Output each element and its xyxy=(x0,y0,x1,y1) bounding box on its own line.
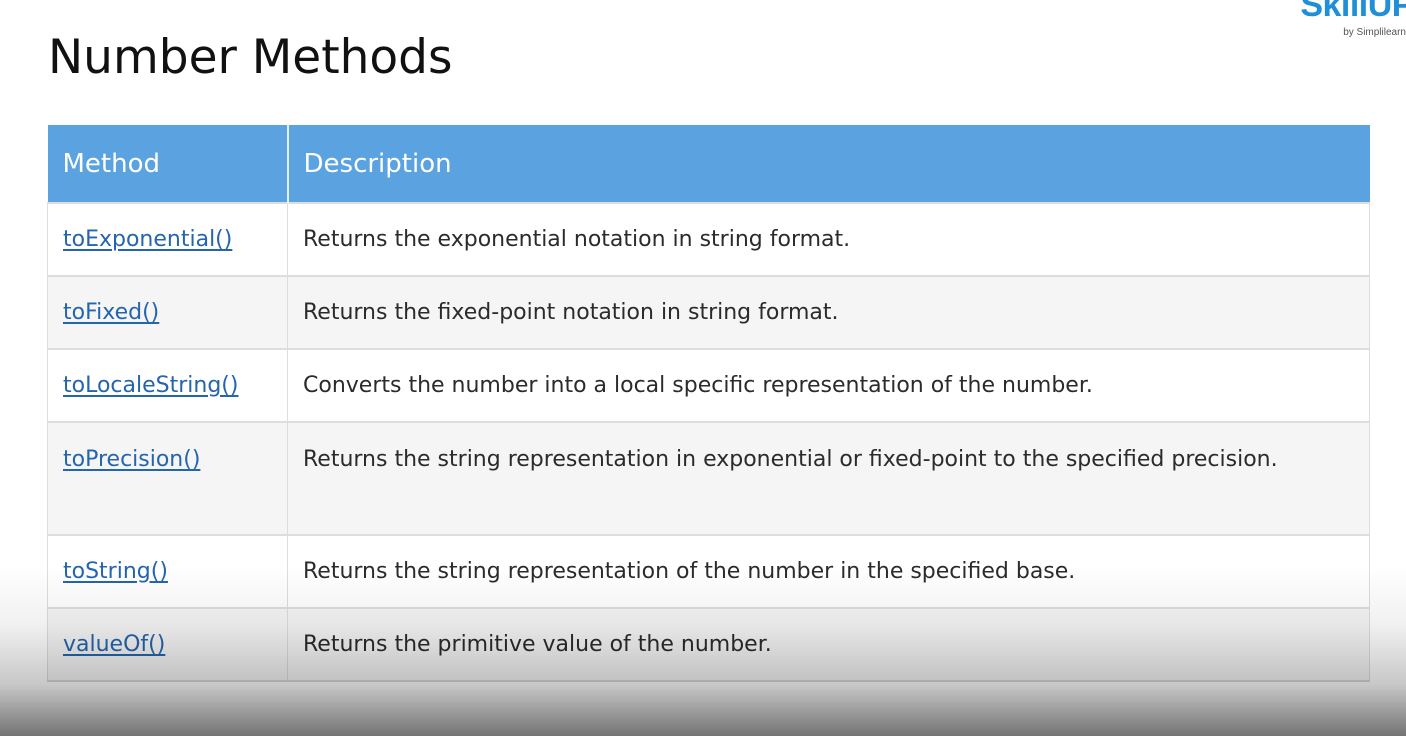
method-cell: toFixed() xyxy=(47,275,288,349)
table-header-row: Method Description xyxy=(47,125,1370,203)
table-row: toExponential() Returns the exponential … xyxy=(47,202,1370,276)
method-link-tofixed[interactable]: toFixed() xyxy=(63,300,159,325)
description-cell: Returns the fixed-point notation in stri… xyxy=(287,275,1370,349)
methods-table: Method Description toExponential() Retur… xyxy=(47,125,1370,682)
method-link-toprecision[interactable]: toPrecision() xyxy=(63,447,200,472)
method-cell: toString() xyxy=(47,534,288,608)
method-cell: toPrecision() xyxy=(47,421,288,535)
description-cell: Returns the exponential notation in stri… xyxy=(287,202,1370,276)
table-row: toPrecision() Returns the string represe… xyxy=(47,421,1370,535)
description-cell: Returns the string representation of the… xyxy=(287,534,1370,608)
slide: SkillUP by Simplilearn Number Methods Me… xyxy=(0,0,1406,736)
column-header-method: Method xyxy=(47,125,289,203)
description-cell: Returns the primitive value of the numbe… xyxy=(287,607,1370,682)
column-header-description: Description xyxy=(287,125,1370,203)
page-title: Number Methods xyxy=(48,30,453,85)
method-cell: valueOf() xyxy=(47,607,288,682)
method-link-tolocalestring[interactable]: toLocaleString() xyxy=(63,373,238,398)
brand-logo: SkillUP by Simplilearn xyxy=(1300,0,1406,38)
method-cell: toLocaleString() xyxy=(47,348,288,422)
brand-byline: by Simplilearn xyxy=(1343,27,1406,38)
method-link-toexponential[interactable]: toExponential() xyxy=(63,227,232,252)
description-cell: Converts the number into a local specifi… xyxy=(287,348,1370,422)
method-link-valueof[interactable]: valueOf() xyxy=(63,632,165,657)
method-link-tostring[interactable]: toString() xyxy=(63,559,168,584)
table-row: valueOf() Returns the primitive value of… xyxy=(47,607,1370,682)
description-cell: Returns the string representation in exp… xyxy=(287,421,1370,535)
table-row: toString() Returns the string representa… xyxy=(47,534,1370,608)
method-cell: toExponential() xyxy=(47,202,288,276)
brand-logo-text: SkillUP xyxy=(1300,0,1406,24)
table-row: toFixed() Returns the fixed-point notati… xyxy=(47,275,1370,349)
table-row: toLocaleString() Converts the number int… xyxy=(47,348,1370,422)
